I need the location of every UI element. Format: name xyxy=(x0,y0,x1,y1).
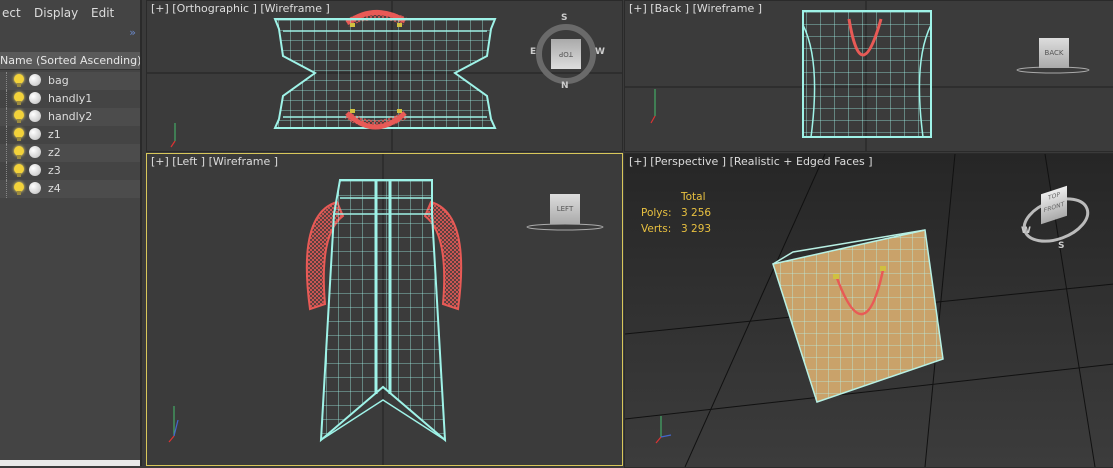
stats-polys-row: Polys: 3 256 xyxy=(641,205,711,221)
view-cube[interactable]: BACK xyxy=(1039,38,1069,68)
viewport-label[interactable]: [+] [Left ] [Wireframe ] xyxy=(151,155,278,168)
render-teapot-icon[interactable] xyxy=(29,164,41,176)
column-header-name[interactable]: Name (Sorted Ascending) xyxy=(0,52,140,70)
poly-stats: Total Polys: 3 256 Verts: 3 293 xyxy=(641,189,711,237)
render-teapot-icon[interactable] xyxy=(29,182,41,194)
light-bulb-icon[interactable] xyxy=(14,164,24,177)
expand-chevron-icon[interactable]: » xyxy=(129,26,136,39)
light-bulb-icon[interactable] xyxy=(14,182,24,195)
list-item[interactable]: z4 xyxy=(0,180,140,198)
object-name: bag xyxy=(48,74,69,87)
viewport-perspective[interactable]: [+] [Perspective ] [Realistic + Edged Fa… xyxy=(624,153,1113,468)
compass-e: E xyxy=(530,47,537,57)
object-name: handly2 xyxy=(48,110,93,123)
list-item[interactable]: handly1 xyxy=(0,90,140,108)
list-item[interactable]: handly2 xyxy=(0,108,140,126)
compass-w: W xyxy=(1021,226,1031,236)
object-name: z2 xyxy=(48,146,61,159)
list-item[interactable]: z2 xyxy=(0,144,140,162)
render-teapot-icon[interactable] xyxy=(29,74,41,86)
view-cube[interactable]: TOP xyxy=(551,39,581,69)
compass-s: S xyxy=(561,13,568,23)
object-name: z3 xyxy=(48,164,61,177)
render-teapot-icon[interactable] xyxy=(29,146,41,158)
verts-label: Verts: xyxy=(641,223,672,235)
object-name: handly1 xyxy=(48,92,93,105)
light-bulb-icon[interactable] xyxy=(14,146,24,159)
list-item[interactable]: bag xyxy=(0,72,140,90)
viewport-label[interactable]: [+] [Back ] [Wireframe ] xyxy=(629,2,762,15)
polys-label: Polys: xyxy=(641,207,672,219)
light-bulb-icon[interactable] xyxy=(14,128,24,141)
render-teapot-icon[interactable] xyxy=(29,110,41,122)
stats-header: Total xyxy=(681,191,706,203)
list-item[interactable]: z1 xyxy=(0,126,140,144)
scene-list: bag handly1 handly2 z1 z2 z3 z4 xyxy=(0,72,140,198)
viewport-label[interactable]: [+] [Perspective ] [Realistic + Edged Fa… xyxy=(629,155,873,168)
stats-verts-row: Verts: 3 293 xyxy=(641,221,711,237)
top-view-wireframe xyxy=(147,1,622,151)
viewport-label[interactable]: [+] [Orthographic ] [Wireframe ] xyxy=(151,2,330,15)
compass-s: S xyxy=(1058,241,1065,251)
list-item[interactable]: z3 xyxy=(0,162,140,180)
panel-bottom-strip xyxy=(0,460,140,466)
menu-item-edit[interactable]: Edit xyxy=(91,6,114,20)
viewport-back[interactable]: [+] [Back ] [Wireframe ] BACK xyxy=(624,0,1113,152)
polys-value: 3 256 xyxy=(681,207,712,219)
menu-bar: ect Display Edit xyxy=(0,0,140,26)
object-name: z4 xyxy=(48,182,61,195)
render-teapot-icon[interactable] xyxy=(29,128,41,140)
light-bulb-icon[interactable] xyxy=(14,92,24,105)
scene-explorer-panel: ect Display Edit » Name (Sorted Ascendin… xyxy=(0,0,142,466)
compass-n: N xyxy=(561,81,569,91)
light-bulb-icon[interactable] xyxy=(14,74,24,87)
render-teapot-icon[interactable] xyxy=(29,92,41,104)
menu-item-display[interactable]: Display xyxy=(34,6,78,20)
light-bulb-icon[interactable] xyxy=(14,110,24,123)
back-view-wireframe xyxy=(625,1,1113,151)
compass-w: W xyxy=(595,47,605,57)
viewport-left[interactable]: [+] [Left ] [Wireframe ] LEFT xyxy=(146,153,623,466)
menu-item-edit-selection[interactable]: ect xyxy=(2,6,21,20)
object-name: z1 xyxy=(48,128,61,141)
verts-value: 3 293 xyxy=(681,223,712,235)
viewport-top[interactable]: [+] [Orthographic ] [Wireframe ] TOP S N… xyxy=(146,0,623,152)
view-cube[interactable]: LEFT xyxy=(550,194,580,224)
